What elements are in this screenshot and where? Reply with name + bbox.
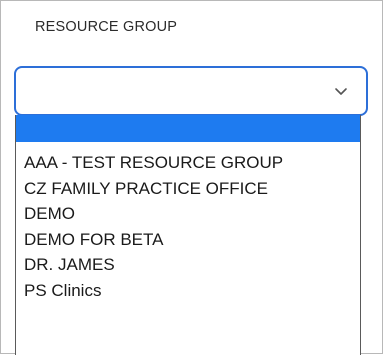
dropdown-option-demo-for-beta[interactable]: DEMO FOR BETA	[16, 227, 360, 253]
dropdown-option-aaa-test-resource-group[interactable]: AAA - TEST RESOURCE GROUP	[16, 150, 360, 176]
resource-group-panel: RESOURCE GROUP AAA - TEST RESOURCE GROUP…	[0, 0, 383, 355]
resource-group-label: RESOURCE GROUP	[35, 19, 178, 35]
dropdown-option-blank[interactable]	[16, 115, 360, 142]
dropdown-option-demo[interactable]: DEMO	[16, 201, 360, 227]
chevron-down-icon[interactable]	[332, 82, 350, 100]
dropdown-option-ps-clinics[interactable]: PS Clinics	[16, 278, 360, 304]
dropdown-option-cz-family-practice-office[interactable]: CZ FAMILY PRACTICE OFFICE	[16, 176, 360, 202]
resource-group-dropdown-list: AAA - TEST RESOURCE GROUP CZ FAMILY PRAC…	[15, 115, 361, 355]
resource-group-select[interactable]	[14, 66, 368, 116]
dropdown-option-dr-james[interactable]: DR. JAMES	[16, 252, 360, 278]
